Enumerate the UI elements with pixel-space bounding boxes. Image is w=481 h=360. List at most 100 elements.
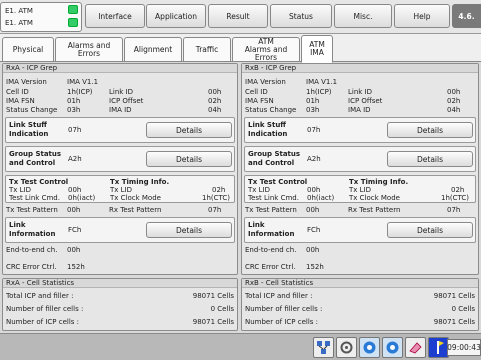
- label: Status Change: [245, 106, 297, 114]
- panel-title: RxA - ICP Grep: [3, 64, 237, 73]
- value: 01h: [306, 97, 320, 105]
- label: ICP Offset: [348, 97, 383, 105]
- menu-status[interactable]: Status: [270, 4, 332, 28]
- value: 152h: [67, 263, 85, 271]
- label: Group Status and Control: [248, 150, 301, 167]
- value: 07h: [307, 126, 321, 134]
- value: 98071 Cells: [192, 318, 234, 326]
- tx-control-box: Tx Test Control Tx LID 00h Test Link Cmd…: [244, 175, 476, 203]
- value: FCh: [68, 226, 82, 234]
- value: 00h: [447, 88, 461, 96]
- network-icon[interactable]: [313, 337, 334, 358]
- link-stuff-box: Link Stuff Indication 07h Details: [244, 117, 476, 143]
- label: Rx Test Pattern: [109, 206, 162, 214]
- label: Total ICP and filler :: [6, 292, 74, 300]
- value: 00h: [68, 186, 82, 194]
- label: IMA ID: [109, 106, 132, 114]
- label: Link Stuff Indication: [248, 121, 288, 138]
- label: IMA FSN: [6, 97, 35, 105]
- value: FCh: [307, 226, 321, 234]
- menu-result[interactable]: Result: [208, 4, 268, 28]
- value: 00h: [307, 186, 321, 194]
- label: IMA Version: [6, 78, 47, 86]
- tab-alignment[interactable]: Alignment: [124, 37, 182, 61]
- label: End-to-end ch.: [6, 246, 58, 254]
- rxb-icp-panel: RxB - ICP Grep IMA Version IMA V1.1 Cell…: [241, 63, 479, 275]
- value: 07h: [447, 206, 461, 214]
- menu-misc[interactable]: Misc.: [334, 4, 392, 28]
- details-button[interactable]: Details: [146, 222, 232, 238]
- details-button[interactable]: Details: [387, 122, 473, 138]
- record-icon[interactable]: [359, 337, 380, 358]
- value: 00h: [306, 206, 320, 214]
- label: Tx Test Pattern: [245, 206, 297, 214]
- status-led-icon: [68, 5, 78, 14]
- value: 98071 Cells: [433, 318, 475, 326]
- value: 152h: [306, 263, 324, 271]
- timing-title: Tx Timing Info.: [349, 178, 409, 186]
- tx-test-title: Tx Test Control: [248, 178, 308, 186]
- top-menu-bar: E1. ATM E1. ATM Interface Application Re…: [0, 0, 481, 34]
- label: IMA Version: [245, 78, 286, 86]
- group-status-box: Group Status and Control A2h Details: [244, 146, 476, 172]
- clock-display: 09:00:43: [447, 339, 481, 356]
- value: 04h: [447, 106, 461, 114]
- device-selector[interactable]: E1. ATM E1. ATM: [0, 2, 82, 32]
- flag-icon[interactable]: [428, 337, 449, 358]
- value: A2h: [307, 155, 321, 163]
- label: Tx Test Pattern: [6, 206, 58, 214]
- value: 02h: [451, 186, 465, 194]
- value: A2h: [68, 155, 82, 163]
- label: Link Information: [9, 221, 56, 238]
- status-led-icon: [68, 18, 78, 27]
- value: 03h: [67, 106, 81, 114]
- value: 1h(ICP): [306, 88, 332, 96]
- value: 1h(CTC): [202, 194, 230, 202]
- tab-atm-alarms[interactable]: ATM Alarms and Errors: [232, 37, 300, 61]
- value: 00h: [306, 246, 320, 254]
- tx-test-title: Tx Test Control: [9, 178, 69, 186]
- settings-icon[interactable]: [336, 337, 357, 358]
- label: Link ID: [109, 88, 134, 96]
- value: 1h(ICP): [67, 88, 93, 96]
- eraser-icon[interactable]: [405, 337, 426, 358]
- label: Link Stuff Indication: [9, 121, 49, 138]
- value: 02h: [212, 186, 226, 194]
- label: Tx LID: [110, 186, 132, 194]
- label: Test Link Cmd.: [9, 194, 60, 202]
- value: 0 Cells: [451, 305, 475, 313]
- capture-icon[interactable]: [382, 337, 403, 358]
- tab-alarms-errors[interactable]: Alarms and Errors: [55, 37, 123, 61]
- value: 98071 Cells: [192, 292, 234, 300]
- label: IMA ID: [348, 106, 371, 114]
- label: Number of filler cells :: [245, 305, 323, 313]
- label: CRC Error Ctrl.: [245, 263, 296, 271]
- rxa-icp-panel: RxA - ICP Grep IMA Version IMA V1.1 Cell…: [2, 63, 238, 275]
- label: Number of ICP cells :: [6, 318, 79, 326]
- tab-atm-ima[interactable]: ATM IMA: [301, 35, 333, 63]
- label: Number of ICP cells :: [245, 318, 318, 326]
- tab-traffic[interactable]: Traffic: [183, 37, 231, 61]
- menu-application[interactable]: Application: [146, 4, 206, 28]
- details-button[interactable]: Details: [146, 151, 232, 167]
- menu-interface[interactable]: Interface: [85, 4, 145, 28]
- value: 00h: [67, 246, 81, 254]
- menu-help[interactable]: Help: [394, 4, 450, 28]
- value: 04h: [208, 106, 222, 114]
- tab-atm-ima-line2: IMA: [310, 48, 324, 57]
- label: Number of filler cells :: [6, 305, 84, 313]
- tab-atm-alarms-line2: Alarms and Errors: [244, 44, 288, 62]
- tab-physical[interactable]: Physical: [2, 37, 54, 61]
- label: Group Status and Control: [9, 150, 62, 167]
- value: 0h(iact): [68, 194, 96, 202]
- value: 0h(iact): [307, 194, 335, 202]
- panel-title: RxB - Cell Statistics: [242, 279, 478, 288]
- details-button[interactable]: Details: [387, 222, 473, 238]
- value: 00h: [67, 206, 81, 214]
- label: End-to-end ch.: [245, 246, 297, 254]
- details-button[interactable]: Details: [146, 122, 232, 138]
- details-button[interactable]: Details: [387, 151, 473, 167]
- label: CRC Error Ctrl.: [6, 263, 57, 271]
- label: Rx Test Pattern: [348, 206, 401, 214]
- label: Link ID: [348, 88, 373, 96]
